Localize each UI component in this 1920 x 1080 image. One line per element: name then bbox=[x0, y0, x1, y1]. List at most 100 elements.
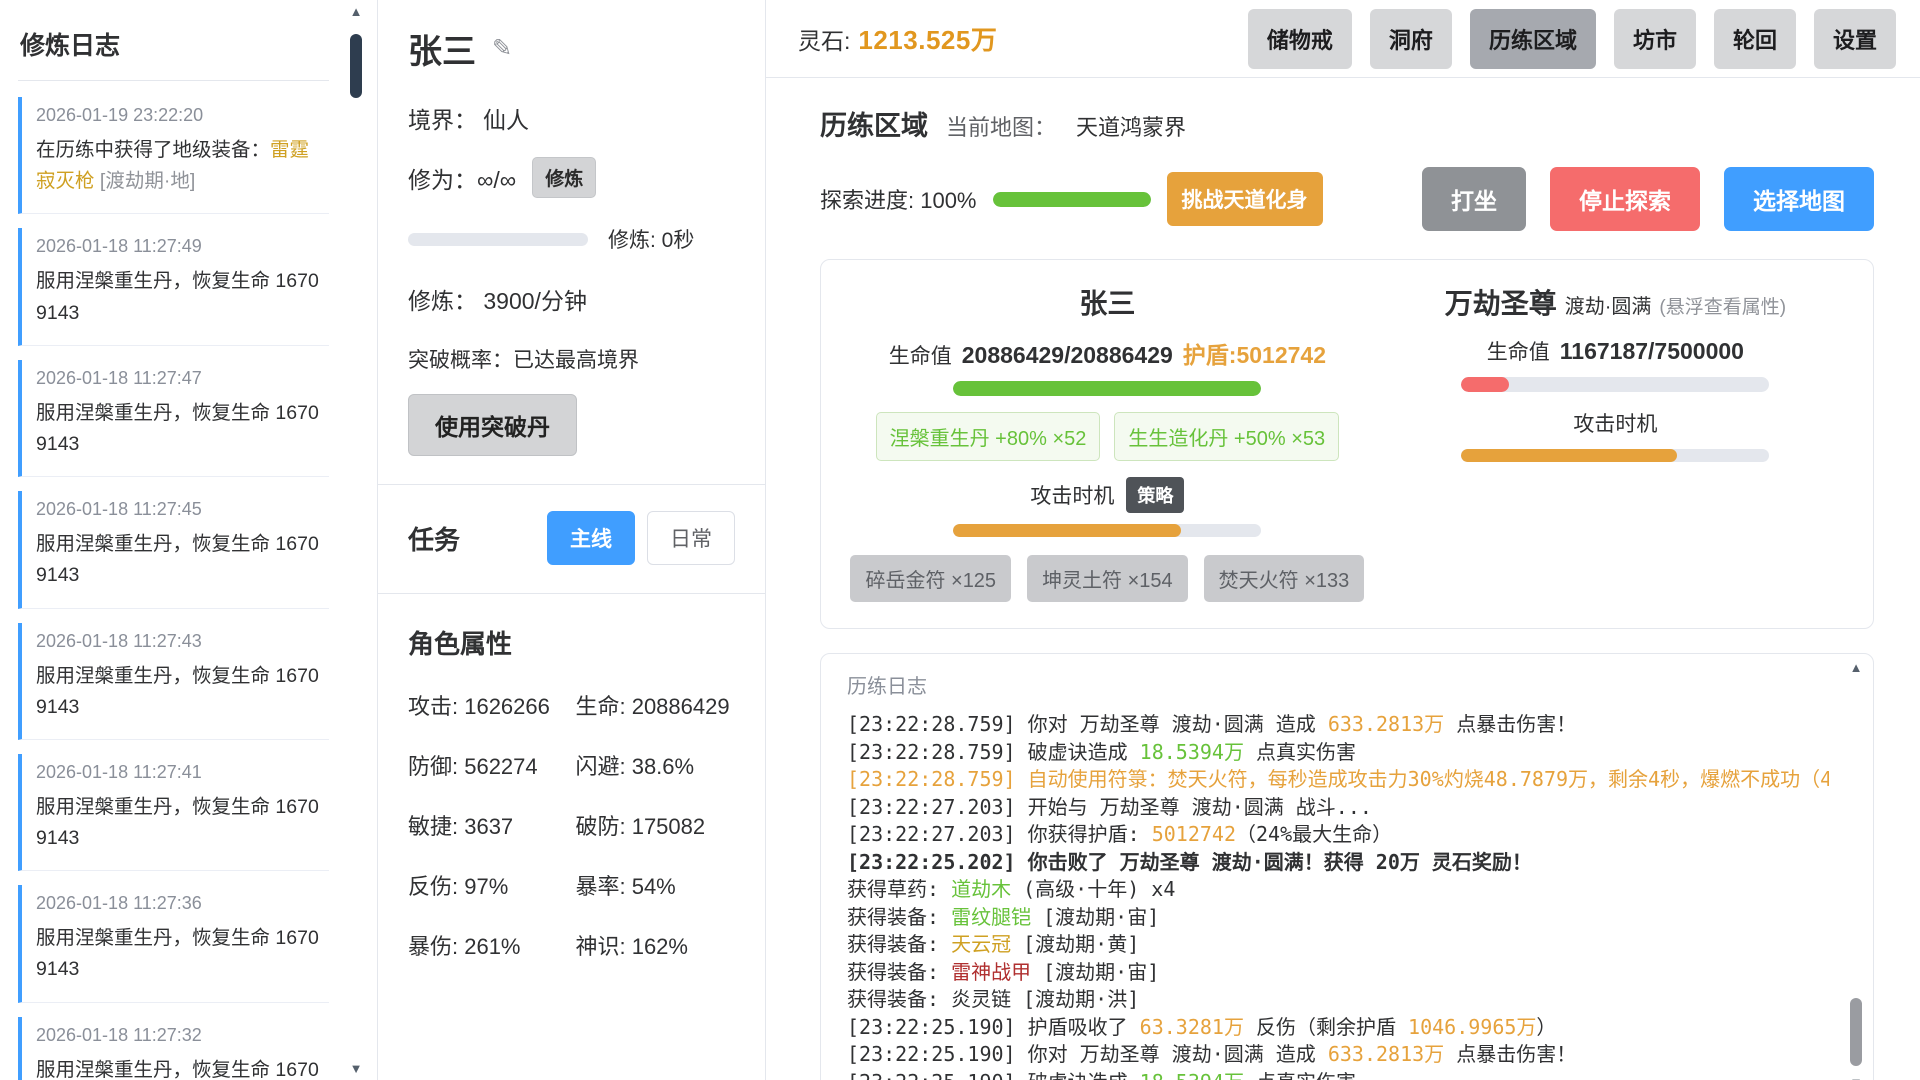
task-tab-主线[interactable]: 主线 bbox=[547, 511, 635, 565]
task-tabs: 主线日常 bbox=[547, 511, 735, 565]
player-name: 张三 bbox=[1079, 282, 1135, 322]
select-map-button[interactable]: 选择地图 bbox=[1724, 167, 1874, 231]
explore-progress-fill bbox=[993, 192, 1151, 207]
enemy-hp-label: 生命值 bbox=[1487, 336, 1550, 366]
enemy-hp-fill bbox=[1461, 377, 1509, 392]
battle-panel: 张三 生命值 20886429/20886429 护盾:5012742 涅槃重生… bbox=[820, 259, 1874, 629]
talisman-pill[interactable]: 坤灵土符 ×154 bbox=[1027, 555, 1188, 602]
nav-button-坊市[interactable]: 坊市 bbox=[1614, 9, 1696, 69]
attributes-title: 角色属性 bbox=[408, 624, 735, 661]
cultivation-log-sidebar: 修炼日志 2026-01-19 23:22:20 在历练中获得了地级装备：雷霆寂灭… bbox=[0, 0, 378, 1080]
main-area: 灵石: 1213.525万 储物戒洞府历练区域坊市轮回设置 历练区域 当前地图：… bbox=[766, 0, 1920, 1080]
enemy-column: 万劫圣尊 渡劫·圆满 (悬浮查看属性) 生命值 1167187/7500000 … bbox=[1376, 282, 1855, 602]
log-entry-text: 服用涅槃重生丹，恢复生命 16709143 bbox=[36, 1055, 323, 1080]
player-timing-label: 攻击时机 bbox=[1030, 480, 1114, 510]
log-entry: 2026-01-18 11:27:43服用涅槃重生丹，恢复生命 16709143 bbox=[18, 623, 329, 740]
enemy-name: 万劫圣尊 bbox=[1445, 282, 1557, 322]
meditate-button[interactable]: 打坐 bbox=[1422, 167, 1526, 231]
spirit-stone-value: 1213.525万 bbox=[858, 20, 997, 57]
log-entry-text: 服用涅槃重生丹，恢复生命 16709143 bbox=[36, 792, 323, 854]
log-entry: 2026-01-18 11:27:32 服用涅槃重生丹，恢复生命 16709143 bbox=[18, 1017, 329, 1080]
attribute-神识: 神识: 162% bbox=[575, 929, 735, 961]
app-root: 修炼日志 2026-01-19 23:22:20 在历练中获得了地级装备：雷霆寂灭… bbox=[0, 0, 1920, 1080]
character-name: 张三 bbox=[408, 24, 476, 73]
enemy-hp-bar bbox=[1461, 377, 1769, 392]
battle-log-line: 获得装备: 雷纹腿铠 [渡劫期·宙] bbox=[847, 904, 1829, 932]
player-hp-bar bbox=[953, 381, 1261, 396]
realm-value: 仙人 bbox=[483, 107, 529, 133]
enemy-stage: 渡劫·圆满 bbox=[1565, 290, 1652, 319]
log-entry-time: 2026-01-18 11:27:47 bbox=[36, 368, 323, 389]
log-entry-time: 2026-01-18 11:27:32 bbox=[36, 1025, 323, 1046]
log-entry-time: 2026-01-18 11:27:36 bbox=[36, 893, 323, 914]
player-hp-label: 生命值 bbox=[889, 340, 952, 370]
player-hp-value: 20886429/20886429 bbox=[962, 342, 1173, 369]
attribute-生命: 生命: 20886429 bbox=[575, 689, 735, 721]
attribute-暴率: 暴率: 54% bbox=[575, 869, 735, 901]
scroll-up-icon[interactable]: ▲ bbox=[1847, 660, 1865, 675]
nav-button-设置[interactable]: 设置 bbox=[1814, 9, 1896, 69]
battle-log-scrollbar-thumb[interactable] bbox=[1850, 998, 1862, 1066]
enemy-timing-fill bbox=[1461, 449, 1677, 462]
cultivation-log-list: 2026-01-19 23:22:20 在历练中获得了地级装备：雷霆寂灭枪 [渡劫… bbox=[18, 97, 329, 1080]
battle-log-line: [23:22:27.203] 开始与 万劫圣尊 渡劫·圆满 战斗... bbox=[847, 794, 1829, 822]
log-entry-text: 服用涅槃重生丹，恢复生命 16709143 bbox=[36, 398, 323, 460]
talisman-pill[interactable]: 碎岳金符 ×125 bbox=[850, 555, 1011, 602]
enemy-timing-label: 攻击时机 bbox=[1573, 408, 1657, 438]
use-breakthrough-pill-button[interactable]: 使用突破丹 bbox=[408, 394, 577, 456]
talisman-pill[interactable]: 焚天火符 ×133 bbox=[1204, 555, 1365, 602]
current-map-name: 天道鸿蒙界 bbox=[1076, 110, 1186, 142]
enemy-hover-hint: (悬浮查看属性) bbox=[1659, 292, 1786, 319]
task-tab-日常[interactable]: 日常 bbox=[647, 511, 735, 565]
log-entry-text: 在历练中获得了地级装备：雷霆寂灭枪 [渡劫期·地] bbox=[36, 135, 323, 197]
top-bar: 灵石: 1213.525万 储物戒洞府历练区域坊市轮回设置 bbox=[766, 0, 1920, 78]
nav-button-洞府[interactable]: 洞府 bbox=[1370, 9, 1452, 69]
challenge-avatar-button[interactable]: 挑战天道化身 bbox=[1167, 172, 1323, 226]
log-entry: 2026-01-18 11:27:49服用涅槃重生丹，恢复生命 16709143 bbox=[18, 228, 329, 345]
player-shield-value: 护盾:5012742 bbox=[1183, 336, 1326, 370]
attribute-grid: 攻击: 1626266生命: 20886429防御: 562274闪避: 38.… bbox=[408, 689, 735, 961]
sidebar-scrollbar-thumb[interactable] bbox=[350, 34, 362, 98]
log-entry: 2026-01-18 11:27:36服用涅槃重生丹，恢复生命 16709143 bbox=[18, 885, 329, 1002]
cultivation-rate: 修炼： 3900/分钟 bbox=[408, 282, 735, 316]
sidebar-title: 修炼日志 bbox=[18, 20, 329, 81]
stop-explore-button[interactable]: 停止探索 bbox=[1550, 167, 1700, 231]
enemy-timing-bar bbox=[1461, 449, 1769, 462]
log-entry-time: 2026-01-18 11:27:43 bbox=[36, 631, 323, 652]
log-entry-time: 2026-01-19 23:22:20 bbox=[36, 105, 323, 126]
explore-progress-label: 探索进度: 100% bbox=[820, 183, 977, 215]
realm-label: 境界： bbox=[408, 107, 477, 133]
log-entry: 2026-01-18 11:27:47 服用涅槃重生丹，恢复生命 16709143 bbox=[18, 360, 329, 477]
log-entry-text: 服用涅槃重生丹，恢复生命 16709143 bbox=[36, 266, 323, 328]
scroll-down-icon[interactable]: ▼ bbox=[347, 1061, 365, 1076]
strategy-button[interactable]: 策略 bbox=[1126, 477, 1184, 513]
cultivate-button[interactable]: 修炼 bbox=[532, 157, 596, 198]
scroll-down-icon[interactable]: ▼ bbox=[1847, 1075, 1865, 1080]
attribute-攻击: 攻击: 1626266 bbox=[408, 689, 575, 721]
cultivation-line: 修为：∞/∞ bbox=[408, 161, 516, 195]
battle-log-line: 获得装备: 雷神战甲 [渡劫期·宙] bbox=[847, 959, 1829, 987]
edit-name-icon[interactable]: ✎ bbox=[492, 34, 512, 63]
sidebar-scrollbar[interactable]: ▲ ▼ bbox=[347, 4, 365, 1076]
battle-log-scrollbar[interactable]: ▲ ▼ bbox=[1847, 660, 1865, 1080]
nav-button-历练区域[interactable]: 历练区域 bbox=[1470, 9, 1596, 69]
log-entry-text: 服用涅槃重生丹，恢复生命 16709143 bbox=[36, 529, 323, 591]
spirit-stone-label: 灵石: bbox=[798, 22, 850, 56]
attribute-破防: 破防: 175082 bbox=[575, 809, 735, 841]
tasks-title: 任务 bbox=[408, 520, 460, 557]
battle-log-title: 历练日志 bbox=[847, 670, 1829, 699]
pill-button[interactable]: 生生造化丹 +50% ×53 bbox=[1114, 412, 1339, 461]
enemy-hp-value: 1167187/7500000 bbox=[1560, 338, 1744, 365]
battle-log-line: [23:22:25.190] 你对 万劫圣尊 渡劫·圆满 造成 633.2813… bbox=[847, 1041, 1829, 1069]
battle-log-line: [23:22:28.759] 你对 万劫圣尊 渡劫·圆满 造成 633.2813… bbox=[847, 711, 1829, 739]
scroll-up-icon[interactable]: ▲ bbox=[347, 4, 365, 19]
pill-button[interactable]: 涅槃重生丹 +80% ×52 bbox=[876, 412, 1101, 461]
battle-log-line: [23:22:25.190] 护盾吸收了 63.3281万 反伤（剩余护盾 10… bbox=[847, 1014, 1829, 1042]
log-entry: 2026-01-18 11:27:41服用涅槃重生丹，恢复生命 16709143 bbox=[18, 754, 329, 871]
area-title: 历练区域 bbox=[820, 104, 928, 143]
battle-log-line: 获得草药: 道劫木 (高级·十年) x4 bbox=[847, 876, 1829, 904]
nav-button-储物戒[interactable]: 储物戒 bbox=[1248, 9, 1352, 69]
attribute-暴伤: 暴伤: 261% bbox=[408, 929, 575, 961]
nav-button-轮回[interactable]: 轮回 bbox=[1714, 9, 1796, 69]
player-column: 张三 生命值 20886429/20886429 护盾:5012742 涅槃重生… bbox=[839, 282, 1376, 602]
